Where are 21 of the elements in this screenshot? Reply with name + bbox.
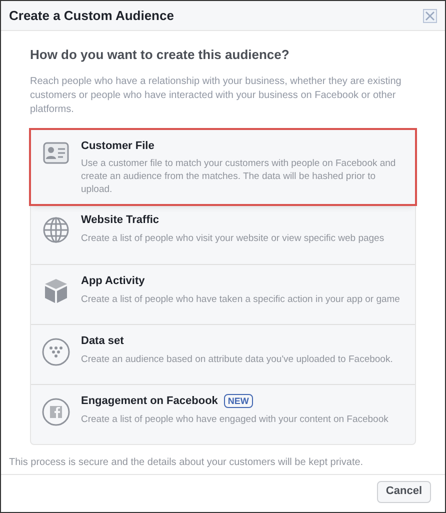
option-title: App Activity (81, 274, 145, 289)
option-title: Data set (81, 334, 124, 349)
audience-option[interactable]: Data set Create an audience based on attribute data you've uploaded to Facebook. (31, 324, 415, 384)
option-title: Customer File (81, 138, 154, 154)
option-description: Create a list of people who have engaged with your content on Facebook (81, 412, 388, 426)
option-description: Create an audience based on attribute data you've uploaded to Facebook. (81, 352, 393, 366)
window-title: Create a Custom Audience (9, 6, 174, 25)
option-description: Create a list of people who have taken a specific action in your app or game (81, 292, 400, 306)
option-title: Engagement on Facebook (81, 394, 218, 409)
privacy-note: This process is secure and the details about your customers will be kept private. (9, 456, 364, 470)
cancel-button[interactable]: Cancel (376, 480, 431, 502)
audience-option[interactable]: App Activity Create a list of people who have taken a specific action in your app or game (31, 264, 415, 324)
audience-option[interactable]: Engagement on Facebook NEW Create a list of people who have engaged with your content on Facebook (31, 384, 415, 444)
audience-option[interactable]: Website Traffic Create a list of people who visit your website or view specific web pages (31, 204, 415, 264)
question-heading: How do you want to create this audience? (30, 46, 290, 64)
intro-text: Reach people who have a relationship with your business, whether they are existing customers or people who have interacted with your business on Facebook or other platforms. (30, 74, 402, 116)
option-title: Website Traffic (81, 213, 160, 228)
option-description: Use a customer file to match your customers with people on Facebook and create an audience from the matches. The data will be hashed prior to upload. (81, 157, 397, 196)
audience-option[interactable]: Customer File Use a customer file to match your customers with people on Facebook and create an audience from the matches. The data will be hashed prior to upload. (31, 130, 415, 204)
new-badge: NEW (224, 394, 253, 408)
option-description: Create a list of people who visit your website or view specific web pages (81, 232, 384, 244)
